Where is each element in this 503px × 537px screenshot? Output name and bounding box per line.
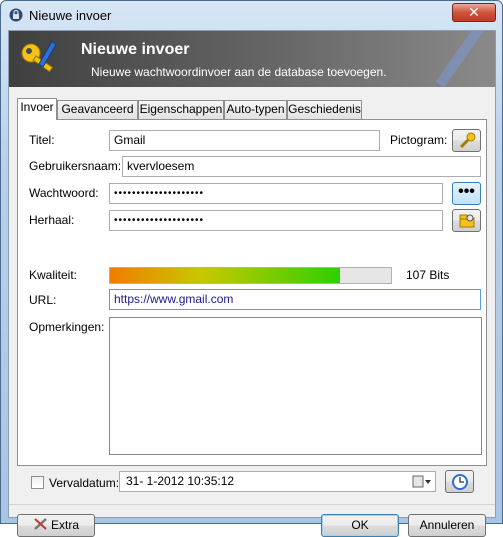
- title-field[interactable]: Gmail: [109, 130, 380, 151]
- close-button[interactable]: ✕: [452, 3, 496, 22]
- notes-textarea[interactable]: [109, 317, 482, 455]
- banner-subtitle: Nieuwe wachtwoordinvoer aan de database …: [91, 65, 387, 79]
- title-bar[interactable]: Nieuwe invoer ✕: [1, 1, 502, 29]
- password-field[interactable]: ••••••••••••••••••••: [109, 183, 443, 204]
- clock-icon: [451, 474, 468, 490]
- extra-button-label: Extra: [50, 518, 79, 532]
- password-label: Wachtwoord:: [29, 186, 99, 200]
- calendar-dropdown-icon[interactable]: [412, 474, 432, 489]
- repeat-password-field[interactable]: ••••••••••••••••••••: [109, 210, 443, 231]
- dialog-client: Nieuwe invoer Nieuwe wachtwoordinvoer aa…: [8, 30, 496, 537]
- quality-bar-fill: [110, 268, 341, 283]
- password-generator-button[interactable]: [452, 209, 481, 232]
- toggle-password-visibility-button[interactable]: •••: [452, 182, 481, 205]
- banner-pen-watermark-icon: [435, 31, 485, 87]
- notes-label: Opmerkingen:: [29, 320, 105, 334]
- generator-icon: [459, 214, 474, 228]
- repeat-label: Herhaal:: [29, 213, 75, 227]
- title-label: Titel:: [29, 133, 55, 147]
- tools-icon: [34, 518, 47, 530]
- banner-title: Nieuwe invoer: [81, 41, 190, 58]
- url-label: URL:: [29, 293, 57, 307]
- quality-bits: 107 Bits: [406, 268, 450, 282]
- key-pen-icon: [21, 41, 57, 73]
- footer-separator: [9, 504, 495, 505]
- extra-button[interactable]: Extra: [17, 514, 95, 537]
- expiry-date-field[interactable]: 31- 1-2012 10:35:12: [119, 471, 436, 492]
- expiry-checkbox[interactable]: [31, 476, 44, 489]
- url-field[interactable]: https://www.gmail.com: [109, 289, 481, 310]
- dialog-window: Nieuwe invoer ✕ Nieuwe invoer Nieuwe wac…: [0, 0, 503, 537]
- icon-picker-button[interactable]: [452, 129, 481, 152]
- expiry-label: Vervaldatum:: [49, 476, 120, 490]
- tab-invoer[interactable]: Invoer: [17, 98, 57, 120]
- icon-label: Pictogram:: [390, 133, 448, 147]
- tab-eigenschappen[interactable]: Eigenschappen: [138, 100, 224, 119]
- dots-icon: •••: [458, 183, 475, 200]
- tab-auto-typen[interactable]: Auto-typen: [224, 100, 287, 119]
- ok-button[interactable]: OK: [321, 514, 399, 537]
- username-field[interactable]: kvervloesem: [122, 156, 481, 177]
- quality-bar: [109, 267, 392, 284]
- expiry-presets-button[interactable]: [445, 470, 474, 493]
- lock-icon: [9, 8, 23, 22]
- window-title: Nieuwe invoer: [29, 8, 112, 23]
- entry-panel: Titel: Gmail Pictogram: Gebruikersnaam: …: [17, 119, 487, 466]
- expiry-date-value: 31- 1-2012 10:35:12: [126, 474, 235, 488]
- tab-geschiedenis[interactable]: Geschiedenis: [287, 100, 362, 119]
- tab-geavanceerd[interactable]: Geavanceerd: [57, 100, 138, 119]
- quality-label: Kwaliteit:: [29, 268, 78, 282]
- username-label: Gebruikersnaam:: [29, 159, 122, 173]
- key-icon: [459, 132, 475, 149]
- cancel-button[interactable]: Annuleren: [408, 514, 486, 537]
- banner: Nieuwe invoer Nieuwe wachtwoordinvoer aa…: [9, 31, 495, 87]
